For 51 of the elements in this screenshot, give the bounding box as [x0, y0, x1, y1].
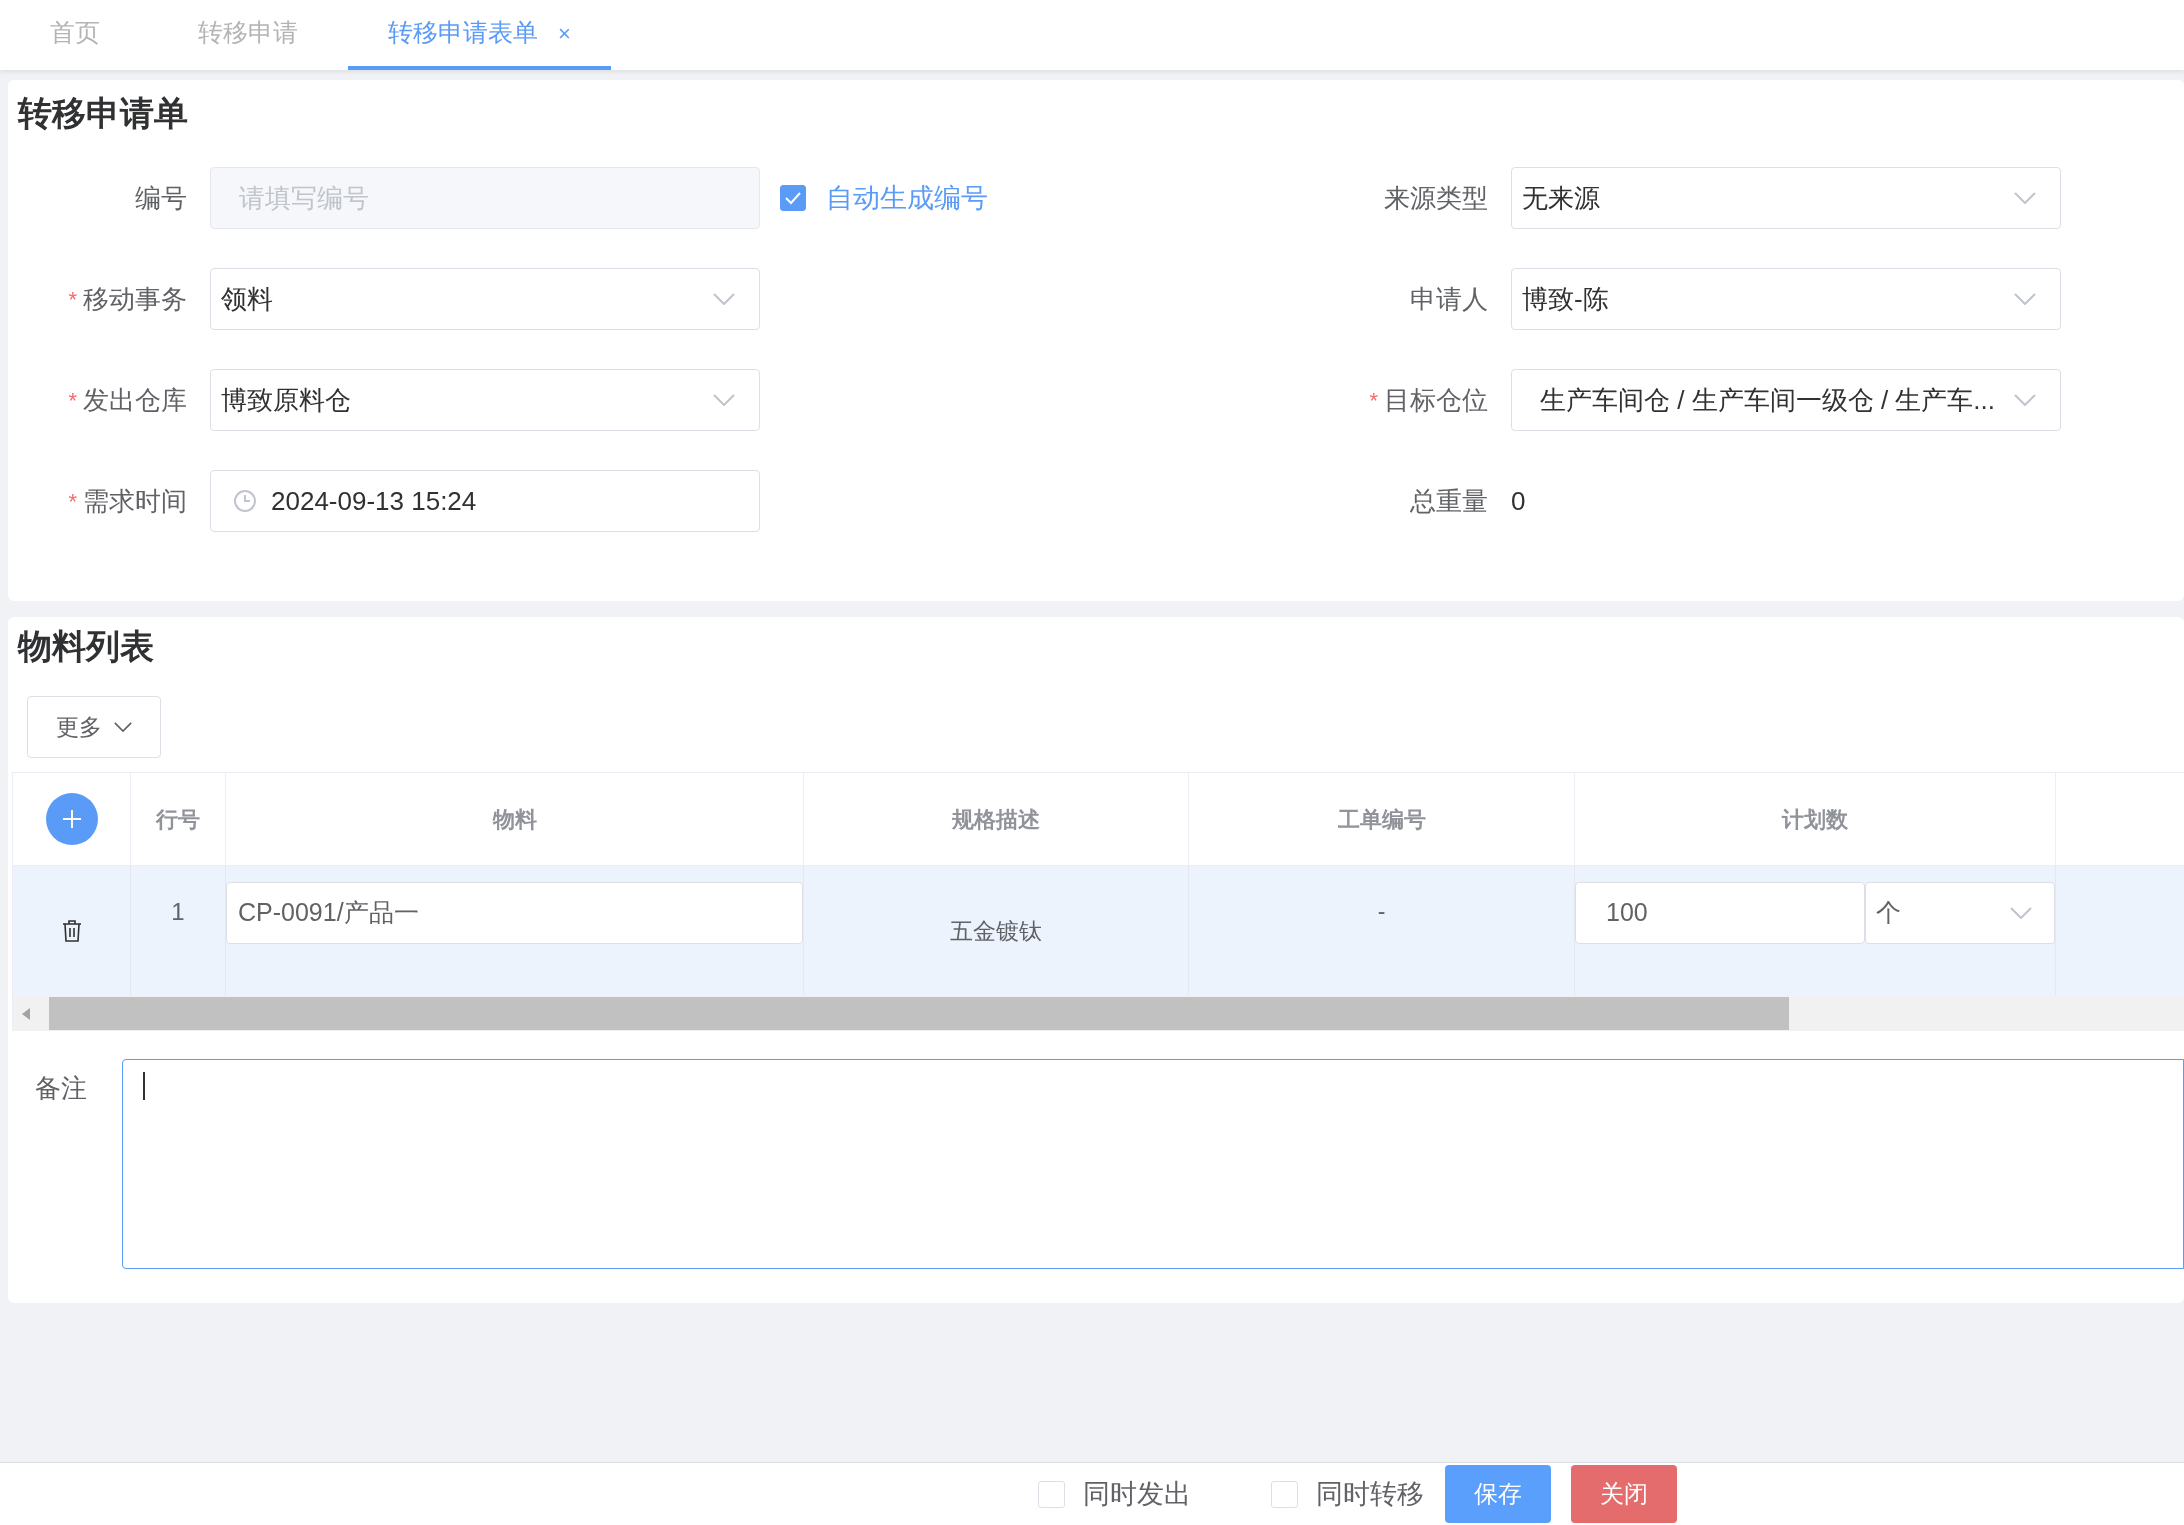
field-label: 申请人 [1410, 282, 1488, 316]
table-row[interactable]: 1 CP-0091/产品一 五金镀钛 - 100 个 [13, 865, 2184, 996]
chevron-down-icon [2014, 394, 2036, 406]
column-header: 工单编号 [1337, 805, 1426, 834]
column-header: 行号 [156, 805, 200, 834]
select-field[interactable]: 个 [1865, 882, 2055, 944]
field-label: 目标仓位 [1384, 383, 1488, 417]
close-button[interactable]: 关闭 [1571, 1465, 1677, 1523]
field-label: 总重量 [1410, 484, 1488, 518]
column-header: 规格描述 [952, 805, 1040, 834]
input-field[interactable]: 100 [1575, 882, 1865, 944]
required-mark: * [68, 487, 77, 516]
required-mark: * [68, 285, 77, 314]
chevron-down-icon [2010, 907, 2032, 919]
select-field[interactable]: 博致-陈 [1511, 268, 2061, 330]
section-title: 转移申请单 [16, 93, 189, 134]
more-button[interactable]: 更多 [27, 696, 161, 758]
chevron-down-icon [713, 394, 735, 406]
table-cell-text: - [1377, 897, 1386, 926]
clock-icon [233, 489, 257, 513]
scrollbar[interactable] [13, 996, 2184, 1031]
select-field[interactable]: 博致原料仓 [210, 369, 760, 431]
field-label: 需求时间 [83, 484, 187, 518]
required-mark: * [1369, 386, 1378, 415]
checkbox-label[interactable]: 同时发出 [1083, 1473, 1191, 1515]
select-field[interactable]: 领料 [210, 268, 760, 330]
field-value: 0 [1511, 484, 1526, 518]
table-cell-text: 1 [171, 897, 185, 927]
select-field[interactable]: 无来源 [1511, 167, 2061, 229]
chevron-down-icon [2014, 192, 2036, 204]
trash-icon[interactable] [61, 920, 82, 942]
checkbox-label[interactable]: 同时转移 [1316, 1473, 1424, 1515]
required-mark: * [68, 386, 77, 415]
plus-icon [60, 808, 83, 830]
chevron-down-icon [114, 722, 132, 732]
field-label: 编号 [135, 181, 187, 215]
column-header: 物料 [492, 805, 537, 834]
add-button[interactable] [45, 793, 98, 845]
field-label: 移动事务 [83, 282, 187, 316]
chevron-down-icon [713, 293, 735, 305]
check-icon [784, 191, 802, 205]
chevron-down-icon [2014, 293, 2036, 305]
input-field[interactable]: CP-0091/产品一 [226, 882, 803, 944]
select-field[interactable]: 生产车间仓 / 生产车间一级仓 / 生产车... [1511, 369, 2061, 431]
field-label: 发出仓库 [83, 383, 187, 417]
date-field[interactable]: 2024-09-13 15:24 [210, 470, 760, 532]
field-label: 备注 [34, 1072, 88, 1105]
section-title: 物料列表 [16, 626, 155, 667]
table-cell-text: 五金镀钛 [950, 916, 1042, 946]
column-header: 计划数 [1782, 805, 1848, 834]
field-label: 来源类型 [1384, 181, 1488, 215]
